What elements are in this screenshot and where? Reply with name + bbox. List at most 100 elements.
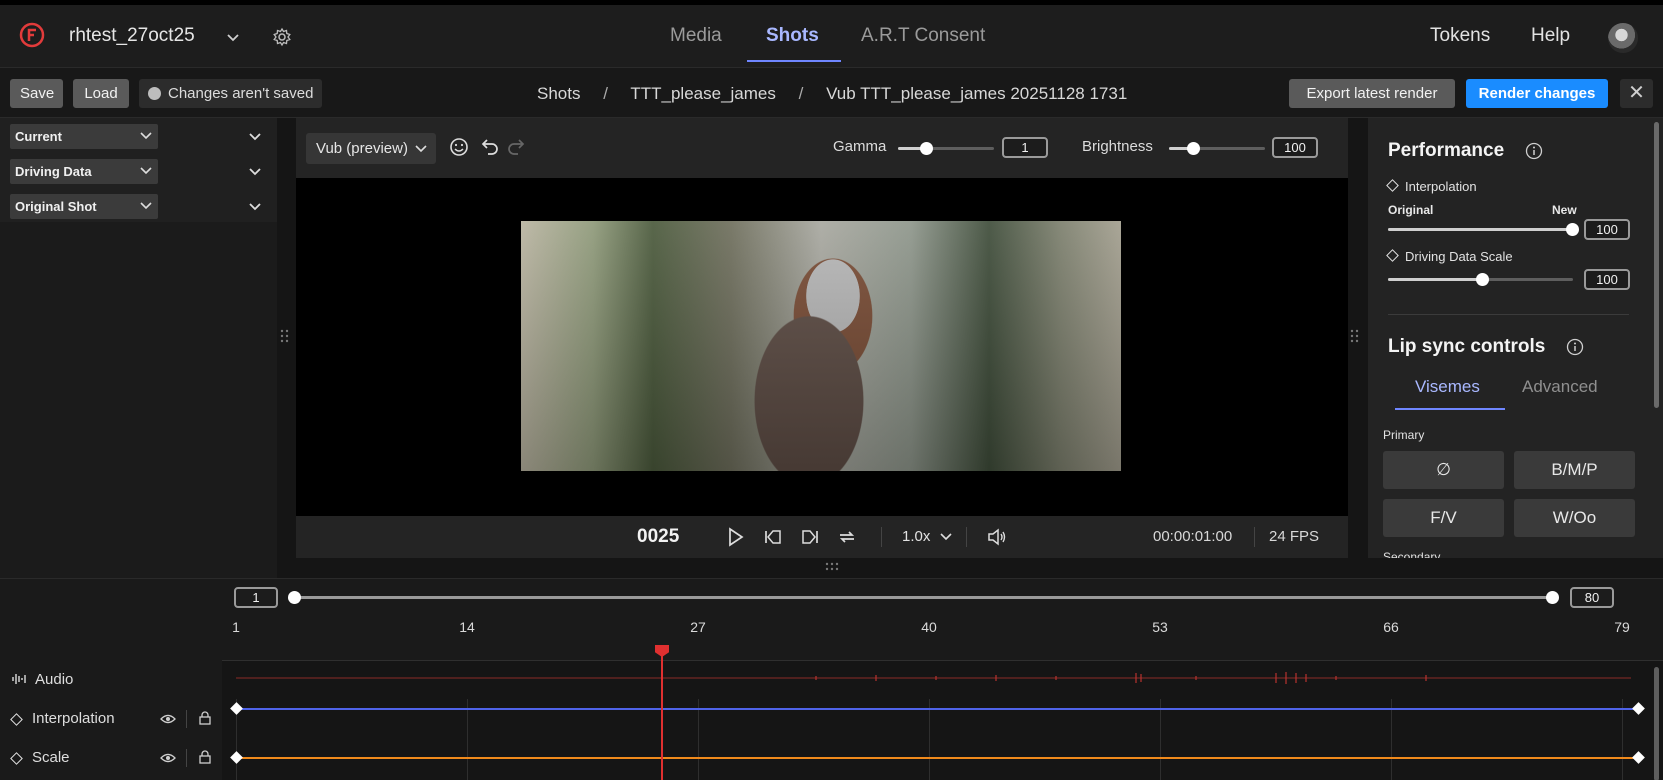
tab-visemes[interactable]: Visemes [1415, 377, 1480, 397]
scale-curve[interactable] [236, 757, 1638, 759]
keyframe[interactable] [230, 751, 243, 764]
video-viewport[interactable] [296, 178, 1348, 516]
grid-line [1391, 699, 1392, 780]
breadcrumb-shots[interactable]: Shots [537, 84, 580, 103]
export-latest-render-button[interactable]: Export latest render [1289, 79, 1455, 108]
undo-icon[interactable] [478, 136, 500, 158]
interpolation-slider[interactable] [1388, 223, 1579, 236]
tab-media[interactable]: Media [670, 25, 722, 47]
brightness-value-input[interactable]: 100 [1272, 137, 1318, 158]
save-button[interactable]: Save [10, 79, 63, 108]
interpolation-slider-knob[interactable] [1566, 223, 1579, 236]
viseme-bmp-button[interactable]: B/M/P [1514, 451, 1635, 489]
brightness-label: Brightness [1082, 138, 1153, 155]
video-frame [521, 221, 1121, 471]
tokens-link[interactable]: Tokens [1430, 25, 1490, 47]
playhead[interactable] [661, 647, 663, 780]
chevron-down-icon [939, 533, 952, 541]
playback-speed-dropdown[interactable]: 1.0x [902, 528, 952, 545]
step-back-icon[interactable] [762, 526, 784, 548]
original-shot-dropdown[interactable]: Original Shot [10, 194, 158, 219]
redo-icon[interactable] [506, 136, 528, 158]
scrollbar[interactable] [1654, 122, 1659, 408]
breadcrumb-version: Vub TTT_please_james 20251128 1731 [826, 84, 1128, 103]
driving-data-scale-value-input[interactable]: 100 [1584, 269, 1630, 290]
keyframe-diamond-icon[interactable] [1386, 249, 1399, 262]
range-end-input[interactable]: 80 [1570, 587, 1614, 608]
breadcrumb-shot-name[interactable]: TTT_please_james [630, 84, 776, 103]
tick-label: 53 [1152, 619, 1168, 635]
info-icon[interactable] [1525, 142, 1543, 160]
avatar[interactable] [1608, 23, 1638, 53]
view-mode-dropdown[interactable]: Vub (preview) [306, 133, 436, 164]
interpolation-value-input[interactable]: 100 [1584, 219, 1630, 240]
driving-data-dropdown[interactable]: Driving Data [10, 159, 158, 184]
step-forward-icon[interactable] [799, 526, 821, 548]
help-link[interactable]: Help [1531, 25, 1570, 47]
range-slider[interactable] [288, 591, 1559, 604]
viseme-woo-button[interactable]: W/Oo [1514, 499, 1635, 537]
app-logo-icon[interactable] [19, 22, 45, 48]
range-end-knob[interactable] [1546, 591, 1559, 604]
eye-icon[interactable] [160, 712, 176, 726]
tab-shots[interactable]: Shots [766, 25, 819, 47]
gamma-value-input[interactable]: 1 [1002, 137, 1048, 158]
driving-data-scale-slider[interactable] [1388, 273, 1573, 286]
timeline-resize-handle-icon[interactable] [825, 562, 841, 572]
keyframe[interactable] [1632, 702, 1645, 715]
range-start-knob[interactable] [288, 591, 301, 604]
tab-advanced[interactable]: Advanced [1522, 377, 1598, 397]
panel-resize-handle-icon[interactable] [1350, 329, 1360, 345]
shot-toolbar: Save Load Changes aren't saved Shots / T… [0, 68, 1663, 118]
audio-waveform [236, 672, 1631, 684]
panel-resize-handle-icon[interactable] [280, 329, 290, 345]
gamma-slider[interactable] [898, 142, 994, 155]
timeline-panel: 1 80 1 14 27 40 53 66 79 Audio Interpola… [0, 578, 1663, 780]
lock-icon[interactable] [197, 711, 213, 725]
range-start-input[interactable]: 1 [234, 587, 278, 608]
info-icon[interactable] [1566, 338, 1584, 356]
face-icon[interactable] [448, 136, 470, 158]
divider [186, 749, 187, 767]
gear-icon[interactable] [272, 27, 292, 47]
viseme-rest-button[interactable]: ∅ [1383, 451, 1504, 489]
gamma-slider-knob[interactable] [920, 142, 933, 155]
tab-art-consent[interactable]: A.R.T Consent [861, 25, 985, 47]
new-label: New [1552, 203, 1577, 217]
driving-data-scale-setting: Driving Data Scale [1386, 249, 1513, 264]
grid-line [929, 699, 930, 780]
grid-line [467, 699, 468, 780]
viseme-fv-button[interactable]: F/V [1383, 499, 1504, 537]
current-dropdown[interactable]: Current [10, 124, 158, 149]
volume-icon[interactable] [986, 526, 1008, 548]
video-frame-shade [521, 221, 1121, 471]
brightness-slider[interactable] [1169, 142, 1265, 155]
expand-chevron-icon[interactable] [248, 132, 262, 142]
lock-icon[interactable] [197, 750, 213, 764]
save-status-badge: Changes aren't saved [139, 79, 323, 108]
keyframe[interactable] [230, 702, 243, 715]
driving-data-scale-slider-knob[interactable] [1476, 273, 1489, 286]
playback-speed-value: 1.0x [902, 528, 931, 545]
eye-icon[interactable] [160, 751, 176, 765]
keyframe[interactable] [1632, 751, 1645, 764]
playback-controls: 0025 1.0x 00:00:01:00 24 FPS [296, 516, 1348, 558]
load-button[interactable]: Load [73, 79, 129, 108]
close-button[interactable]: ✕ [1620, 79, 1653, 108]
timeline-ruler[interactable]: 1 80 1 14 27 40 53 66 79 [222, 579, 1663, 661]
chevron-down-icon[interactable] [226, 33, 240, 43]
chevron-down-icon [415, 145, 427, 153]
render-changes-button[interactable]: Render changes [1466, 79, 1608, 108]
brightness-slider-knob[interactable] [1187, 142, 1200, 155]
expand-chevron-icon[interactable] [248, 167, 262, 177]
play-icon[interactable] [724, 526, 746, 548]
left-panel: Current Driving Data Original Shot [0, 118, 277, 578]
expand-chevron-icon[interactable] [248, 202, 262, 212]
interpolation-curve[interactable] [236, 708, 1638, 710]
divider [966, 527, 967, 547]
keyframe-diamond-icon[interactable] [1386, 179, 1399, 192]
driving-data-scale-slider-fill [1388, 278, 1481, 281]
project-name[interactable]: rhtest_27oct25 [69, 25, 195, 47]
loop-icon[interactable] [836, 526, 858, 548]
scrollbar[interactable] [1654, 667, 1659, 780]
